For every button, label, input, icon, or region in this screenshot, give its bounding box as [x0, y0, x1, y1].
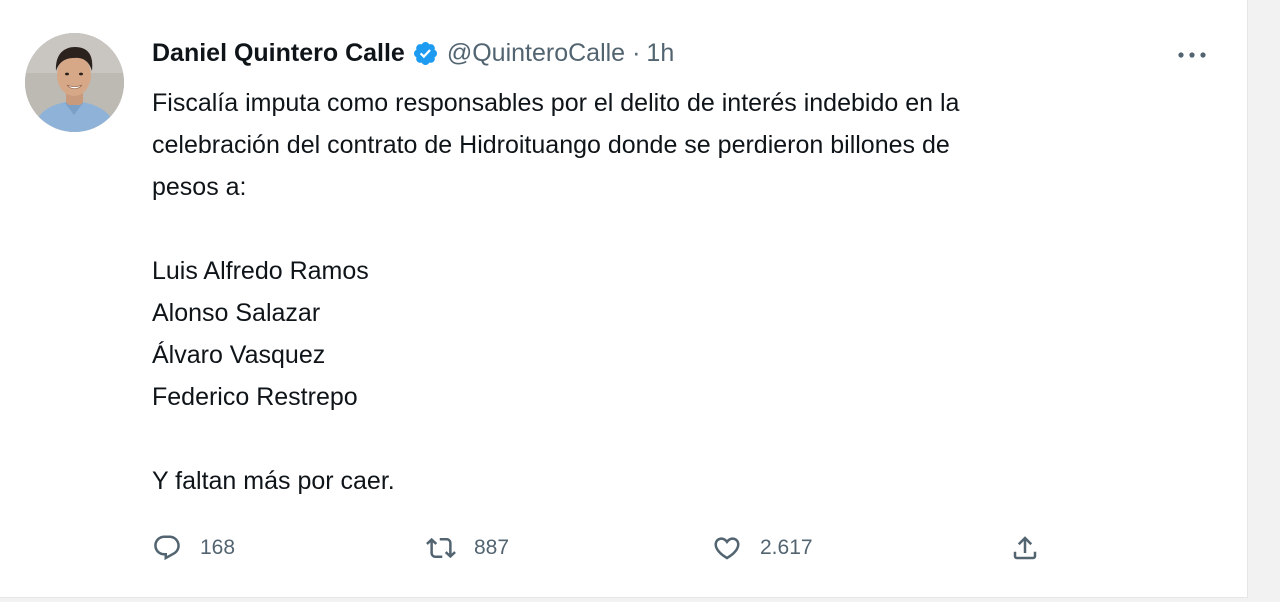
- reply-button[interactable]: 168: [152, 528, 235, 568]
- share-button[interactable]: [1010, 528, 1040, 568]
- reply-icon: [154, 535, 180, 561]
- retweet-icon: [426, 537, 456, 559]
- retweet-count: 887: [474, 536, 510, 559]
- avatar-photo: [25, 33, 124, 132]
- reply-count: 168: [200, 536, 236, 559]
- tweet-line: Federico Restrepo: [152, 383, 358, 411]
- heart-icon: [714, 537, 740, 560]
- author-name[interactable]: Daniel Quintero Calle: [152, 39, 405, 68]
- tweet-line: Alonso Salazar: [152, 299, 321, 327]
- separator-dot: ·: [632, 38, 641, 67]
- tweet-line: Luis Alfredo Ramos: [152, 257, 369, 285]
- like-button[interactable]: 2.617: [712, 528, 813, 568]
- tweet-card[interactable]: Daniel Quintero Calle @QuinteroCalle · 1…: [0, 0, 1248, 598]
- retweet-button[interactable]: 887: [426, 528, 509, 568]
- avatar[interactable]: [25, 33, 124, 132]
- tweet-line: Fiscalía imputa como responsables por el…: [152, 89, 960, 117]
- tweet-header: Daniel Quintero Calle @QuinteroCalle · 1…: [152, 36, 674, 70]
- tweet-line: Álvaro Vasquez: [152, 341, 326, 369]
- more-horizontal-icon[interactable]: [1172, 40, 1212, 70]
- tweet-text: Fiscalía imputa como responsables por el…: [152, 82, 1212, 502]
- timestamp[interactable]: 1h: [646, 39, 674, 68]
- author-handle[interactable]: @QuinteroCalle: [447, 39, 625, 68]
- tweet-line: celebración del contrato de Hidroituango…: [152, 131, 950, 159]
- share-icon: [1013, 536, 1037, 560]
- verified-badge-icon: [412, 40, 439, 67]
- tweet-line: Y faltan más por caer.: [152, 467, 395, 495]
- tweet-line: pesos a:: [152, 173, 247, 201]
- like-count: 2.617: [760, 536, 813, 559]
